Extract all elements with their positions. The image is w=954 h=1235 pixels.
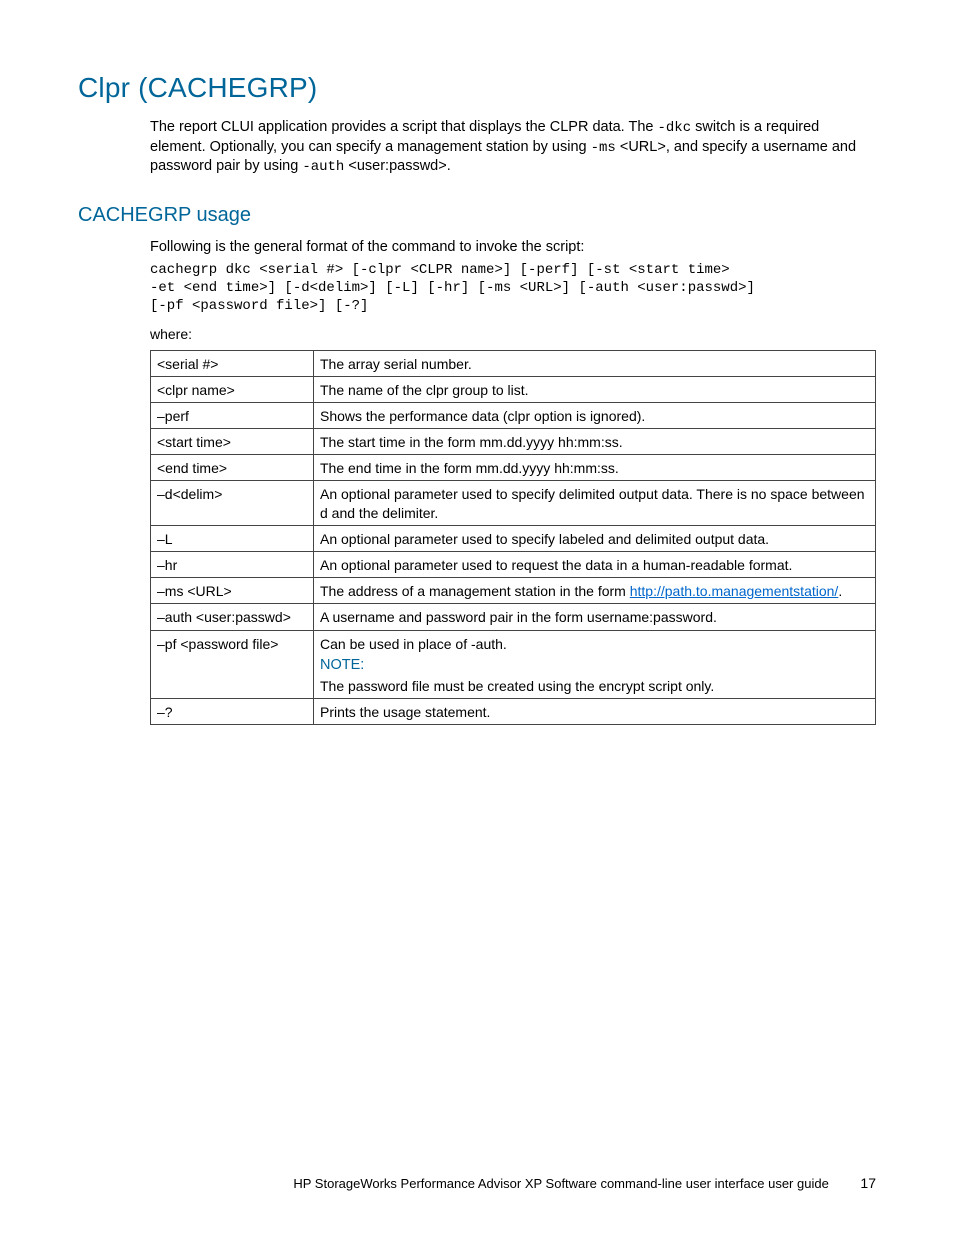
intro-pre: The report CLUI application provides a s… <box>150 119 658 135</box>
param-name: <end time> <box>151 455 314 481</box>
auth-code: -auth <box>302 159 344 175</box>
param-name: <clpr name> <box>151 376 314 402</box>
table-row: –hr An optional parameter used to reques… <box>151 552 876 578</box>
table-row: –d<delim> An optional parameter used to … <box>151 481 876 525</box>
ms-desc-pre: The address of a management station in t… <box>320 583 630 599</box>
usage-code: cachegrp dkc <serial #> [-clpr <CLPR nam… <box>150 261 876 316</box>
param-desc: Shows the performance data (clpr option … <box>314 402 876 428</box>
dkc-code: -dkc <box>658 120 692 136</box>
footer: HP StorageWorks Performance Advisor XP S… <box>78 1174 876 1193</box>
heading-1: Clpr (CACHEGRP) <box>78 70 876 106</box>
param-name: –perf <box>151 402 314 428</box>
param-desc: The start time in the form mm.dd.yyyy hh… <box>314 429 876 455</box>
table-row: <serial #> The array serial number. <box>151 350 876 376</box>
table-row: –L An optional parameter used to specify… <box>151 525 876 551</box>
param-desc: An optional parameter used to request th… <box>314 552 876 578</box>
table-row: –pf <password file> Can be used in place… <box>151 630 876 698</box>
param-desc: Prints the usage statement. <box>314 698 876 724</box>
param-desc: An optional parameter used to specify de… <box>314 481 876 525</box>
param-name: –d<delim> <box>151 481 314 525</box>
param-table: <serial #> The array serial number. <clp… <box>150 350 876 725</box>
param-desc: The array serial number. <box>314 350 876 376</box>
table-row: <end time> The end time in the form mm.d… <box>151 455 876 481</box>
param-desc: Can be used in place of -auth. NOTE: The… <box>314 630 876 698</box>
param-desc: An optional parameter used to specify la… <box>314 525 876 551</box>
table-row: –auth <user:passwd> A username and passw… <box>151 604 876 630</box>
table-row: –ms <URL> The address of a management st… <box>151 578 876 604</box>
page-number: 17 <box>860 1175 876 1191</box>
table-row: –? Prints the usage statement. <box>151 698 876 724</box>
param-name: –auth <user:passwd> <box>151 604 314 630</box>
ms-desc-post: . <box>838 583 842 599</box>
pf-line2: The password file must be created using … <box>320 677 869 695</box>
param-name: –L <box>151 525 314 551</box>
param-name: <start time> <box>151 429 314 455</box>
intro-post-auth: <user:passwd>. <box>344 158 450 174</box>
page: Clpr (CACHEGRP) The report CLUI applicat… <box>0 0 954 1235</box>
note-label: NOTE: <box>320 656 869 675</box>
param-name: –pf <password file> <box>151 630 314 698</box>
ms-code: -ms <box>591 140 616 156</box>
param-name: –ms <URL> <box>151 578 314 604</box>
intro-block: The report CLUI application provides a s… <box>150 118 876 176</box>
where-label: where: <box>150 325 876 343</box>
management-url-link[interactable]: http://path.to.managementstation/ <box>630 583 839 599</box>
table-row: –perf Shows the performance data (clpr o… <box>151 402 876 428</box>
usage-block: Following is the general format of the c… <box>150 238 876 725</box>
usage-intro: Following is the general format of the c… <box>150 238 876 257</box>
param-name: <serial #> <box>151 350 314 376</box>
param-name: –hr <box>151 552 314 578</box>
param-desc: The address of a management station in t… <box>314 578 876 604</box>
intro-text: The report CLUI application provides a s… <box>150 118 876 176</box>
param-desc: The end time in the form mm.dd.yyyy hh:m… <box>314 455 876 481</box>
pf-line1: Can be used in place of -auth. <box>320 635 869 653</box>
heading-2: CACHEGRP usage <box>78 202 876 228</box>
param-desc: The name of the clpr group to list. <box>314 376 876 402</box>
table-row: <clpr name> The name of the clpr group t… <box>151 376 876 402</box>
table-row: <start time> The start time in the form … <box>151 429 876 455</box>
param-name: –? <box>151 698 314 724</box>
param-desc: A username and password pair in the form… <box>314 604 876 630</box>
footer-text: HP StorageWorks Performance Advisor XP S… <box>293 1176 828 1191</box>
